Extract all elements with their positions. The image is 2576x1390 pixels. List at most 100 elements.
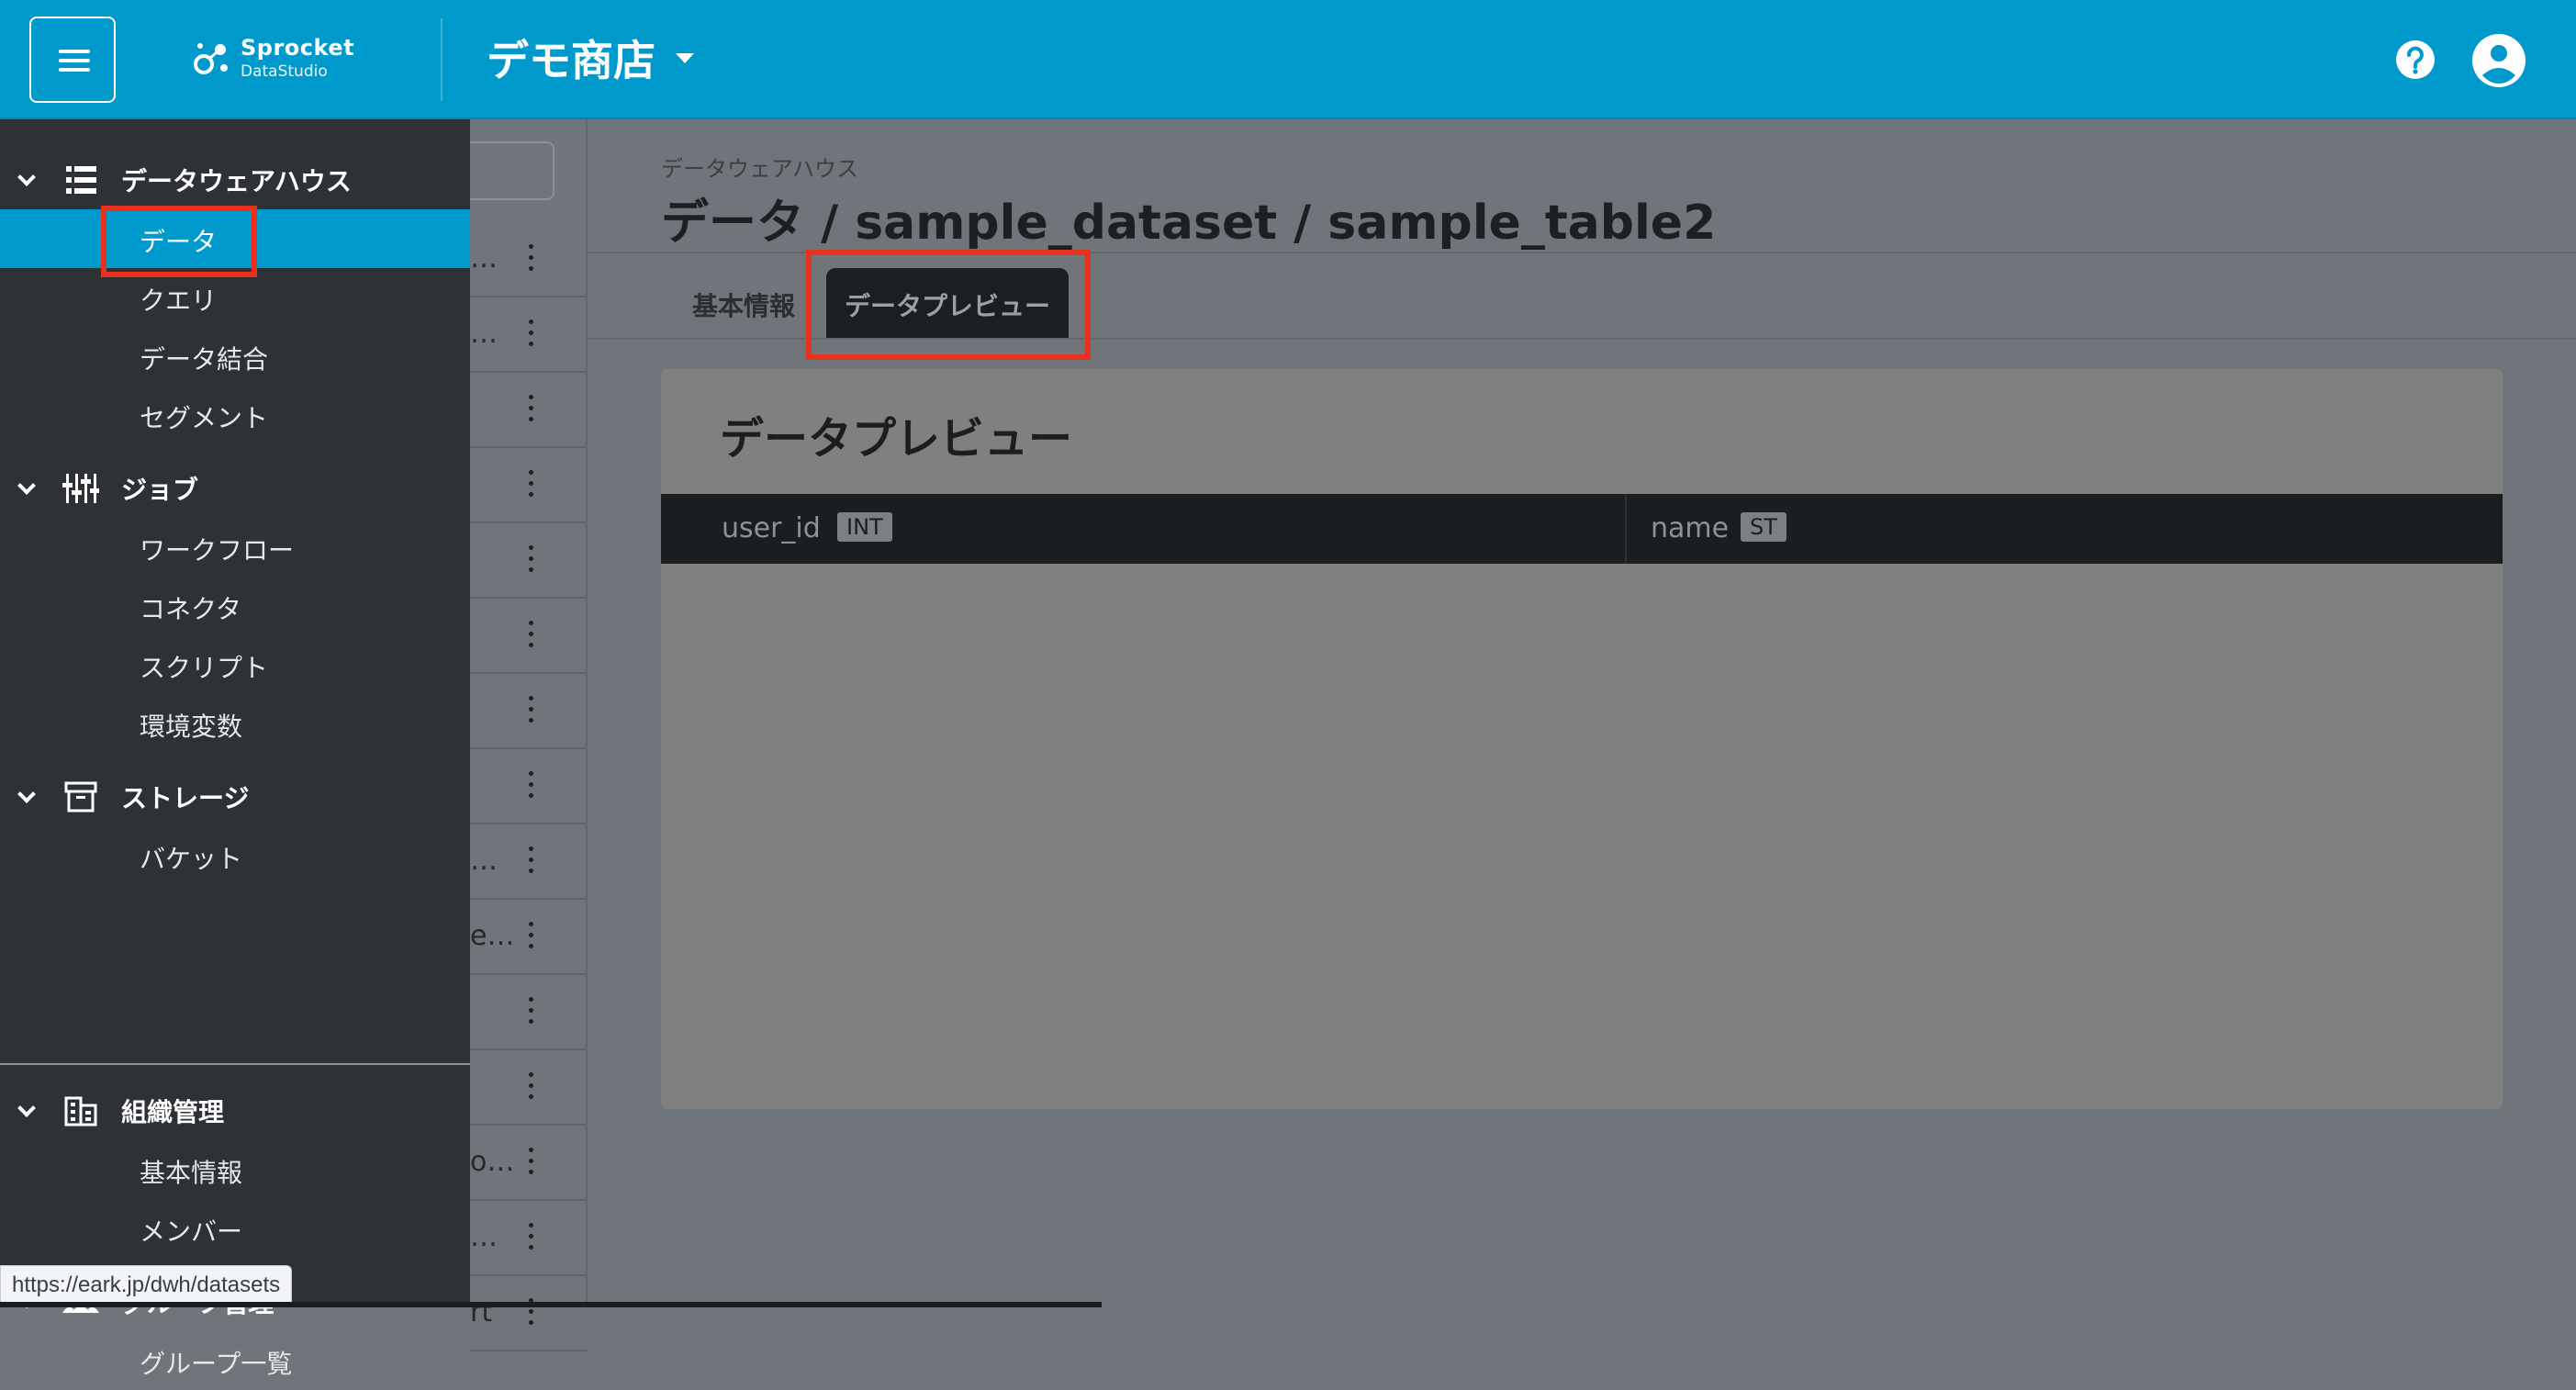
- brand-subtitle: DataStudio: [241, 62, 328, 81]
- menu-button[interactable]: [29, 17, 116, 103]
- list-item[interactable]: …: [470, 824, 588, 900]
- sidebar-item-members[interactable]: メンバー: [0, 1199, 470, 1258]
- archive-icon: [64, 781, 97, 813]
- sidebar-section-label: データウェアハウス: [121, 166, 352, 196]
- building-icon: [64, 1096, 97, 1127]
- brand-name: Sprocket: [241, 35, 355, 61]
- sidebar-section-jobs[interactable]: ジョブ: [0, 459, 470, 518]
- list-item[interactable]: o…: [470, 1126, 588, 1201]
- list-item[interactable]: [470, 599, 588, 674]
- list-item-text: …: [470, 318, 498, 350]
- list-item[interactable]: [470, 1050, 588, 1126]
- sidebar-item-bucket[interactable]: バケット: [0, 826, 470, 885]
- column-header-name[interactable]: name: [1651, 512, 1729, 544]
- sidebar-item-group-list[interactable]: グループ一覧: [0, 1331, 470, 1390]
- help-icon[interactable]: [2394, 39, 2436, 81]
- type-badge: INT: [837, 512, 892, 542]
- list-item[interactable]: [470, 523, 588, 599]
- list-item-text: …: [470, 242, 498, 275]
- menu-icon: [59, 50, 90, 53]
- more-vert-icon[interactable]: [529, 696, 534, 725]
- more-vert-icon[interactable]: [529, 621, 534, 650]
- list-item[interactable]: [470, 975, 588, 1050]
- sliders-icon: [62, 474, 99, 503]
- list-item-text: …: [470, 845, 498, 877]
- data-preview-card: データプレビュー user_id INT name ST: [661, 369, 2503, 1109]
- sidebar-section-label: ストレージ: [121, 783, 250, 813]
- more-vert-icon[interactable]: [529, 545, 534, 575]
- more-vert-icon[interactable]: [529, 1072, 534, 1102]
- list-item[interactable]: …: [470, 297, 588, 373]
- chevron-down-icon: [17, 476, 36, 495]
- more-vert-icon[interactable]: [529, 771, 534, 801]
- list-item[interactable]: rt: [470, 1276, 588, 1351]
- sidebar-item-org-basic-info[interactable]: 基本情報: [0, 1140, 470, 1199]
- more-vert-icon[interactable]: [529, 1223, 534, 1252]
- more-vert-icon[interactable]: [529, 470, 534, 499]
- sidebar-divider: [0, 1063, 470, 1065]
- sidebar-item-label: スクリプト: [140, 653, 269, 683]
- menu-icon-bar: [59, 59, 90, 62]
- more-vert-icon[interactable]: [529, 846, 534, 876]
- sidebar-item-connector[interactable]: コネクタ: [0, 577, 470, 635]
- more-vert-icon[interactable]: [529, 1148, 534, 1177]
- sidebar-section-label: ジョブ: [121, 475, 199, 505]
- sidebar-item-label: 環境変数: [140, 712, 243, 742]
- list-item-text: o…: [470, 1146, 515, 1178]
- more-vert-icon[interactable]: [529, 244, 534, 274]
- sidebar-item-segment[interactable]: セグメント: [0, 386, 470, 444]
- list-search-input[interactable]: [470, 141, 554, 200]
- chevron-down-icon: [17, 1099, 36, 1117]
- sidebar-item-label: コネクタ: [140, 594, 241, 624]
- table-header: user_id INT name ST: [661, 494, 2503, 564]
- tab-basic-info[interactable]: 基本情報: [692, 286, 795, 323]
- sidebar-item-script[interactable]: スクリプト: [0, 635, 470, 694]
- menu-icon-bar: [59, 68, 90, 72]
- sidebar-section-dwh[interactable]: データウェアハウス: [0, 151, 470, 209]
- list-item[interactable]: [470, 448, 588, 523]
- status-bar-url: https://eark.jp/dwh/datasets: [0, 1265, 293, 1306]
- bottom-strip: [0, 1302, 1102, 1307]
- sidebar-drawer: データウェアハウス データ クエリ データ結合 セグメント ジョブ ワークフロー…: [0, 119, 470, 1379]
- more-vert-icon[interactable]: [529, 997, 534, 1026]
- sidebar-item-data-join[interactable]: データ結合: [0, 327, 470, 386]
- database-icon: [66, 166, 96, 194]
- breadcrumb[interactable]: データウェアハウス: [661, 151, 858, 183]
- sidebar-item-label: セグメント: [140, 403, 269, 433]
- brand-logo[interactable]: Sprocket DataStudio: [193, 33, 376, 88]
- card-title: データプレビュー: [720, 413, 1073, 465]
- type-badge: ST: [1741, 512, 1786, 542]
- sidebar-section-storage[interactable]: ストレージ: [0, 768, 470, 826]
- more-vert-icon[interactable]: [529, 395, 534, 424]
- column-header-user-id[interactable]: user_id: [722, 512, 821, 544]
- sidebar-section-organization[interactable]: 組織管理: [0, 1082, 470, 1140]
- sidebar-section-label: 組織管理: [121, 1097, 225, 1127]
- header-divider: [441, 18, 442, 101]
- sidebar-item-label: グループ一覧: [140, 1349, 293, 1379]
- highlight-box-tab: [806, 250, 1091, 360]
- more-vert-icon[interactable]: [529, 922, 534, 951]
- page-title: データ / sample_dataset / sample_table2: [661, 196, 1717, 251]
- more-vert-icon[interactable]: [529, 319, 534, 349]
- chevron-down-icon: [17, 168, 36, 186]
- sprocket-logo-icon: [194, 43, 228, 74]
- list-item[interactable]: [470, 749, 588, 824]
- sidebar-item-label: ワークフロー: [140, 535, 295, 566]
- app-header: Sprocket DataStudio デモ商店: [0, 0, 2576, 119]
- list-item[interactable]: e…: [470, 900, 588, 975]
- sidebar-item-label: バケット: [140, 844, 243, 874]
- sidebar-item-env-vars[interactable]: 環境変数: [0, 694, 470, 753]
- account-icon[interactable]: [2471, 33, 2526, 88]
- list-item-text: e…: [470, 920, 515, 952]
- column-divider: [1625, 494, 1627, 564]
- list-item[interactable]: …: [470, 1201, 588, 1276]
- list-item[interactable]: …: [470, 222, 588, 297]
- store-selector[interactable]: デモ商店: [487, 28, 655, 88]
- chevron-down-icon: [17, 785, 36, 803]
- list-divider: [586, 119, 588, 1307]
- caret-down-icon[interactable]: [676, 53, 694, 63]
- sidebar-item-label: メンバー: [140, 1216, 243, 1247]
- list-item[interactable]: [470, 674, 588, 749]
- sidebar-item-workflow[interactable]: ワークフロー: [0, 518, 470, 577]
- list-item[interactable]: [470, 373, 588, 448]
